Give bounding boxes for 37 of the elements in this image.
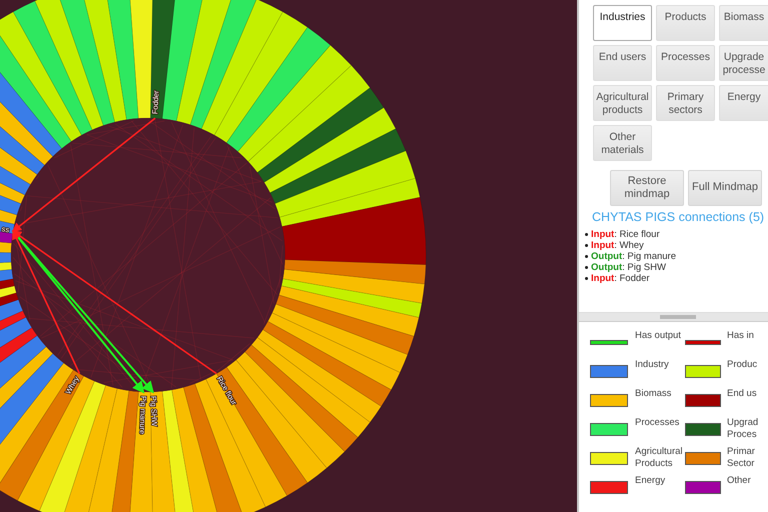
legend-label: End us xyxy=(727,388,758,400)
category-button[interactable]: Upgrade processe xyxy=(719,45,768,81)
connection-item: Output: Pig SHW xyxy=(591,262,666,274)
category-button[interactable]: Biomass xyxy=(719,5,768,41)
legend-label: Processes xyxy=(635,417,680,429)
bullet-icon xyxy=(585,244,588,247)
splitter-grip[interactable] xyxy=(660,315,696,319)
connection-item: Input: Whey xyxy=(591,240,644,252)
legend-label: Has in xyxy=(727,330,755,342)
legend-label: Upgrad Proces xyxy=(727,417,760,441)
bullet-icon xyxy=(585,255,588,258)
category-button[interactable]: Industries xyxy=(593,5,652,41)
splitter-bar[interactable] xyxy=(579,312,768,321)
category-button[interactable]: Products xyxy=(656,5,715,41)
category-button[interactable]: Energy xyxy=(719,85,768,121)
legend-label: Produc xyxy=(727,359,758,371)
legend-label: Agricultural Products xyxy=(635,446,684,470)
mindmap-button[interactable]: Full Mindmap xyxy=(688,170,762,206)
legend-label: Other xyxy=(727,475,752,487)
category-button[interactable]: Other materials xyxy=(593,125,652,161)
connections-title: CHYTAS PIGS connections (5) xyxy=(592,210,766,224)
category-button[interactable]: Primary sectors xyxy=(656,85,715,121)
connection-item: Output: Pig manure xyxy=(591,250,676,262)
category-button[interactable]: End users xyxy=(593,45,652,81)
legend-label: Has output xyxy=(635,330,682,342)
category-button[interactable]: Processes xyxy=(656,45,715,81)
legend-label: Primar Sector xyxy=(727,446,756,470)
legend-label: Biomass xyxy=(635,388,672,400)
bullet-icon xyxy=(585,277,588,280)
connection-item: Input: Rice flour xyxy=(591,228,660,240)
bullet-icon xyxy=(585,233,588,236)
legend-label: Energy xyxy=(635,475,666,487)
mindmap-button[interactable]: Restore mindmap xyxy=(610,170,684,206)
legend-label: Industry xyxy=(635,359,670,371)
category-button[interactable]: Agricultural products xyxy=(593,85,652,121)
connection-item: Input: Fodder xyxy=(591,272,650,284)
bullet-icon xyxy=(585,266,588,269)
